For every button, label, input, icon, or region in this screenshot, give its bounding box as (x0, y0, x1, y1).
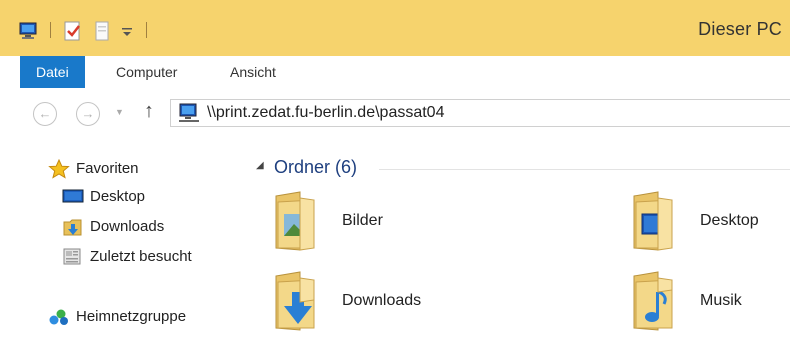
properties-icon[interactable] (62, 20, 84, 42)
toolbar-separator (50, 22, 51, 38)
recent-locations-dropdown[interactable]: ▼ (115, 107, 124, 117)
customize-toolbar-icon[interactable] (120, 20, 134, 42)
folder-label-desktop: Desktop (700, 212, 759, 229)
tab-computer[interactable]: Computer (116, 56, 177, 88)
up-button[interactable]: ↑ (144, 100, 154, 123)
homegroup-icon (48, 307, 70, 334)
folder-tile-downloads[interactable]: Downloads (270, 270, 570, 334)
network-computer-icon (177, 102, 201, 129)
star-icon (48, 158, 70, 186)
ribbon-tabs: Datei Computer Ansicht (0, 56, 790, 89)
title-bar: Dieser PC (0, 0, 790, 56)
group-header-folders[interactable]: Ordner (6) (274, 157, 357, 178)
group-collapse-icon[interactable]: ◢ (256, 160, 264, 171)
folder-tile-desktop[interactable]: Desktop (628, 190, 790, 254)
desktop-folder-icon (628, 190, 680, 257)
toolbar-separator (146, 22, 147, 38)
pictures-folder-icon (270, 190, 322, 257)
recent-places-icon (62, 247, 84, 274)
address-row: ← → ▼ ↑ \\print.zedat.fu-berlin.de\passa… (0, 88, 790, 140)
new-folder-icon[interactable] (92, 20, 114, 42)
content-area: ◢ Ordner (6) Bilder Desktop Downloads Mu… (234, 140, 790, 347)
address-path[interactable]: \\print.zedat.fu-berlin.de\passat04 (207, 104, 444, 122)
navigation-pane: Favoriten Desktop Downloads Zuletzt besu… (0, 140, 234, 347)
music-folder-icon (628, 270, 680, 337)
folder-label-downloads: Downloads (342, 292, 422, 309)
back-button[interactable]: ← (33, 102, 57, 126)
window-title: Dieser PC (698, 19, 782, 39)
downloads-folder-icon (270, 270, 322, 337)
folder-tile-bilder[interactable]: Bilder (270, 190, 570, 254)
tab-datei[interactable]: Datei (20, 56, 85, 88)
folder-label-bilder: Bilder (342, 212, 383, 229)
group-divider (379, 169, 790, 170)
tab-ansicht[interactable]: Ansicht (230, 56, 276, 88)
desktop-icon (62, 188, 84, 213)
downloads-icon (62, 217, 84, 244)
address-bar[interactable]: \\print.zedat.fu-berlin.de\passat04 (170, 99, 790, 127)
folder-tile-musik[interactable]: Musik (628, 270, 790, 334)
computer-icon[interactable] (18, 20, 40, 42)
forward-button[interactable]: → (76, 102, 100, 126)
folder-label-musik: Musik (700, 292, 742, 309)
